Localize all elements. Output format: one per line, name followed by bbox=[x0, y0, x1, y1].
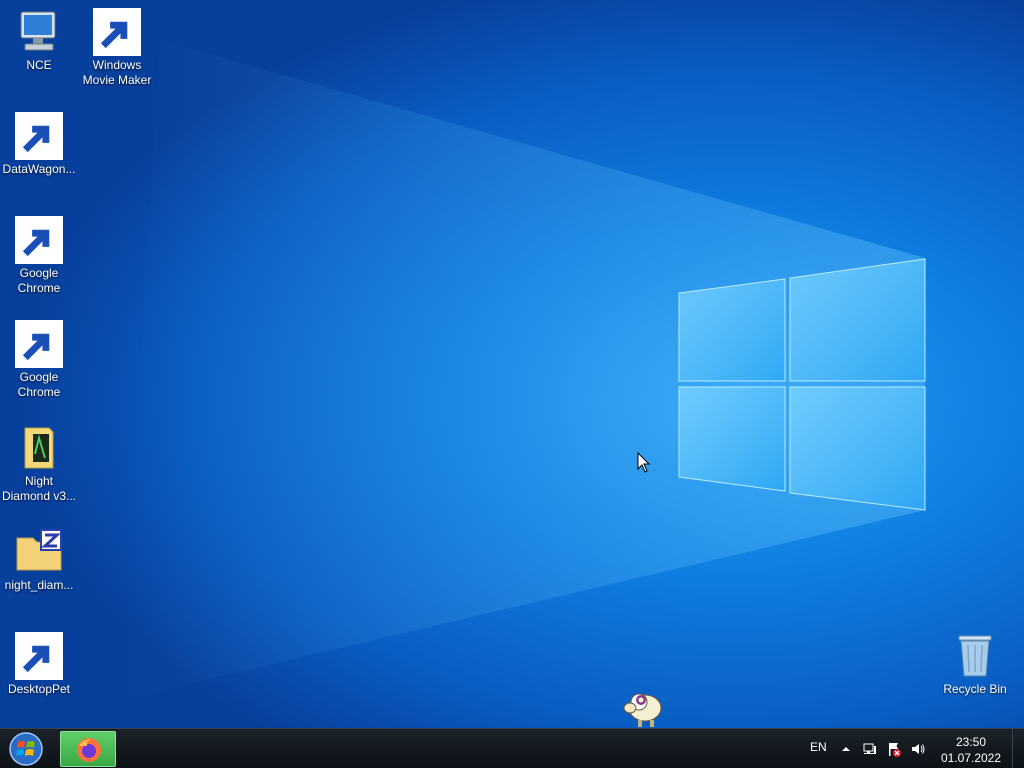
movie-maker-icon bbox=[93, 8, 141, 56]
clock-date: 01.07.2022 bbox=[940, 751, 1002, 765]
desktop-icon-night-diam-zip[interactable]: night_diam... bbox=[0, 528, 78, 593]
desktop-icon-label: Recycle Bin bbox=[943, 682, 1007, 696]
zip-folder-icon bbox=[15, 528, 63, 576]
firefox-icon bbox=[77, 738, 101, 762]
taskbar-app-firefox[interactable] bbox=[60, 731, 116, 767]
desktop-icon-label: DataWagon... bbox=[2, 162, 76, 176]
chrome-icon bbox=[15, 320, 63, 368]
show-desktop-button[interactable] bbox=[1012, 729, 1024, 768]
recycle-bin-icon bbox=[951, 632, 999, 680]
shortcut-arrow-icon bbox=[15, 112, 63, 160]
desktop-icon-desktoppet[interactable]: DesktopPet bbox=[0, 632, 78, 697]
desktop-icon-night-diamond[interactable]: Night Diamond v3... bbox=[0, 424, 78, 504]
folder-icon bbox=[15, 424, 63, 472]
computer-icon bbox=[15, 8, 63, 56]
desktop-icon-google-chrome[interactable]: Google Chrome bbox=[0, 216, 78, 296]
desktop-icon-label: Night Diamond v3... bbox=[1, 474, 77, 503]
chevron-up-icon[interactable] bbox=[838, 741, 854, 757]
desktop-icon-google-chrome[interactable]: Google Chrome bbox=[0, 320, 78, 400]
desktop-icon-nce[interactable]: NCE bbox=[0, 8, 78, 73]
start-button[interactable] bbox=[6, 731, 46, 767]
desktop-icon-label: Windows Movie Maker bbox=[82, 58, 152, 87]
desktop-icon-label: Google Chrome bbox=[17, 266, 61, 295]
desktop-icon-label: DesktopPet bbox=[7, 682, 71, 696]
taskbar: EN 23:50 01.07.2022 bbox=[0, 728, 1024, 768]
mouse-cursor-icon bbox=[637, 452, 651, 473]
sheep-icon bbox=[15, 632, 63, 680]
system-clock[interactable]: 23:50 01.07.2022 bbox=[936, 734, 1006, 766]
shortcut-arrow-icon bbox=[15, 320, 63, 368]
desktop-pet-sheep[interactable] bbox=[620, 688, 664, 728]
desktop-icon-datawagon[interactable]: DataWagon... bbox=[0, 112, 78, 177]
desktop-icon-movie-maker[interactable]: Windows Movie Maker bbox=[78, 8, 156, 88]
desktop-icon-label: NCE bbox=[26, 58, 52, 72]
desktop-icon-recycle-bin[interactable]: Recycle Bin bbox=[936, 632, 1014, 697]
action-center-flag-icon[interactable] bbox=[886, 741, 902, 757]
desktop[interactable]: NCE Windows Movie Maker DataWagon... Goo… bbox=[0, 0, 1024, 728]
desktop-icon-label: Google Chrome bbox=[17, 370, 61, 399]
network-icon[interactable] bbox=[862, 741, 878, 757]
shortcut-arrow-icon bbox=[93, 8, 141, 56]
windows-logo-wallpaper bbox=[120, 40, 926, 700]
shortcut-arrow-icon bbox=[15, 632, 63, 680]
volume-icon[interactable] bbox=[910, 741, 926, 757]
gear-icon bbox=[15, 112, 63, 160]
chrome-icon bbox=[15, 216, 63, 264]
shortcut-arrow-icon bbox=[15, 216, 63, 264]
clock-time: 23:50 bbox=[955, 735, 987, 749]
desktop-icon-label: night_diam... bbox=[4, 578, 74, 592]
language-indicator[interactable]: EN bbox=[810, 740, 827, 768]
windows-orb-icon bbox=[9, 732, 43, 766]
